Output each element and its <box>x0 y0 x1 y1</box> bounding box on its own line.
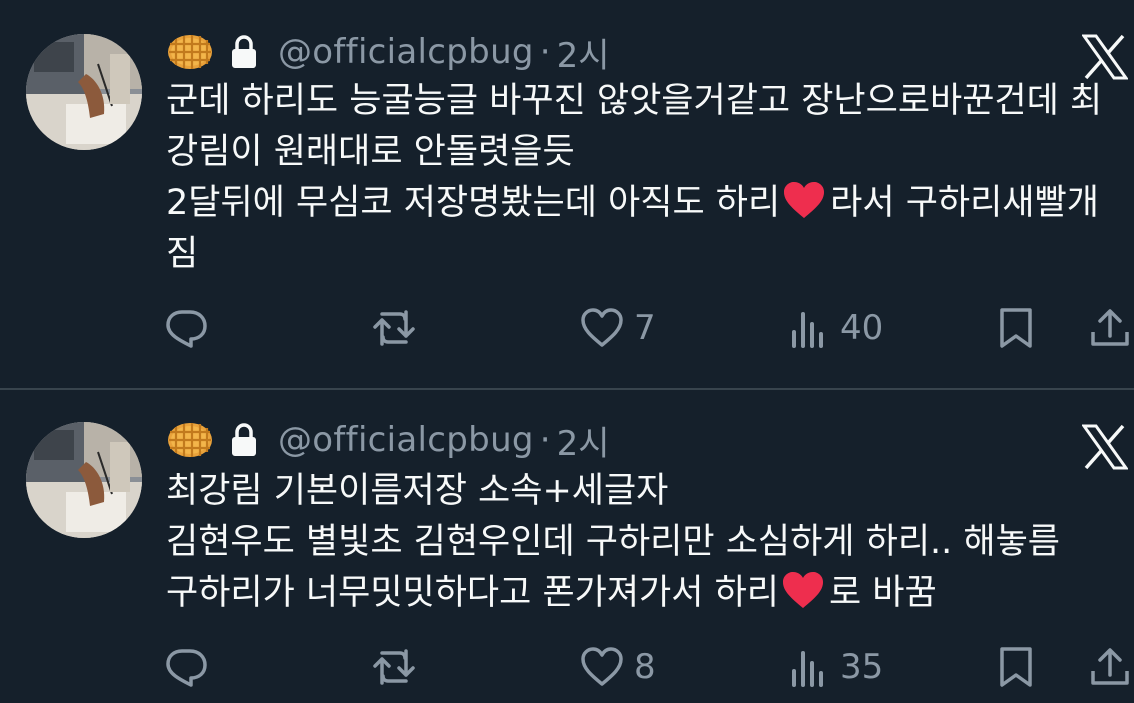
share-button[interactable] <box>1088 298 1132 358</box>
retweet-icon <box>372 645 416 689</box>
timestamp[interactable]: 2시 <box>557 416 610 465</box>
x-logo-icon[interactable] <box>1082 34 1128 80</box>
like-icon <box>580 645 624 689</box>
x-logo-icon[interactable] <box>1082 424 1128 470</box>
tweet-text-line: 구하리가 너무밋밋하다고 폰가져가서 하리 로 바꿈 <box>166 568 1134 619</box>
share-button[interactable] <box>1088 637 1132 697</box>
tweet-header: @officialcpbug · 2시 <box>166 28 610 77</box>
views-button[interactable]: 40 <box>786 298 883 358</box>
retweet-button[interactable] <box>372 298 416 358</box>
reply-icon <box>164 306 208 350</box>
bookmark-button[interactable] <box>994 637 1038 697</box>
like-count: 7 <box>634 308 656 348</box>
user-handle[interactable]: @officialcpbug <box>278 420 534 460</box>
action-bar: 7 40 <box>0 298 1134 358</box>
bookmark-icon <box>994 306 1038 350</box>
reply-button[interactable] <box>164 298 208 358</box>
tweet-text-line: 최강림 기본이름저장 소속+세글자 <box>166 471 669 511</box>
tweet-text: 최강림 기본이름저장 소속+세글자 김현우도 별빛초 김현우인데 구하리만 소심… <box>166 466 1134 619</box>
waffle-icon <box>166 32 214 72</box>
separator: · <box>539 420 551 460</box>
views-button[interactable]: 35 <box>786 637 883 697</box>
tweet-text-segment: 라서 구하리새빨개 <box>830 183 1099 223</box>
timestamp[interactable]: 2시 <box>557 28 610 77</box>
views-icon <box>786 645 830 689</box>
tweet-text-line: 강림이 원래대로 안돌렷을듯 <box>166 132 575 172</box>
bookmark-icon <box>994 645 1038 689</box>
bookmark-button[interactable] <box>994 298 1038 358</box>
reply-button[interactable] <box>164 637 208 697</box>
retweet-icon <box>372 306 416 350</box>
like-button[interactable]: 7 <box>580 298 656 358</box>
tweet-text-line: 2달뒤에 무심코 저장명봤는데 아직도 하리 라서 구하리새빨개 <box>166 178 1134 229</box>
avatar[interactable] <box>26 34 142 150</box>
waffle-icon <box>166 420 214 460</box>
tweet-text: 군데 하리도 능굴능글 바꾸진 않앗을거같고 장난으로바꾼건데 최 강림이 원래… <box>166 76 1134 280</box>
tweet-header: @officialcpbug · 2시 <box>166 416 610 465</box>
tweet-text-segment: 구하리가 너무밋밋하다고 폰가져가서 하리 <box>166 573 779 613</box>
tweet-text-line: 군데 하리도 능굴능글 바꾸진 않앗을거같고 장난으로바꾼건데 최 <box>166 81 1103 121</box>
view-count: 40 <box>840 308 884 348</box>
separator: · <box>539 32 551 72</box>
views-icon <box>786 306 830 350</box>
tweet[interactable]: @officialcpbug · 2시 군데 하리도 능굴능글 바꾸진 않앗을거… <box>0 0 1134 388</box>
retweet-button[interactable] <box>372 637 416 697</box>
reply-icon <box>164 645 208 689</box>
view-count: 35 <box>840 647 884 687</box>
red-heart-icon <box>782 180 826 220</box>
action-bar: 8 35 <box>0 637 1134 697</box>
like-icon <box>580 306 624 350</box>
tweet-text-segment: 2달뒤에 무심코 저장명봤는데 아직도 하리 <box>166 183 781 223</box>
tweet-text-line: 김현우도 별빛초 김현우인데 구하리만 소심하게 하리.. 해놓름 <box>166 522 1061 562</box>
share-icon <box>1088 645 1132 689</box>
like-count: 8 <box>634 647 656 687</box>
like-button[interactable]: 8 <box>580 637 656 697</box>
tweet-text-segment: 로 바꿈 <box>828 573 937 613</box>
red-heart-icon <box>781 570 825 610</box>
lock-icon <box>230 35 258 69</box>
share-icon <box>1088 306 1132 350</box>
avatar[interactable] <box>26 422 142 538</box>
lock-icon <box>230 423 258 457</box>
tweet-text-line: 짐 <box>166 234 199 274</box>
user-handle[interactable]: @officialcpbug <box>278 32 534 72</box>
